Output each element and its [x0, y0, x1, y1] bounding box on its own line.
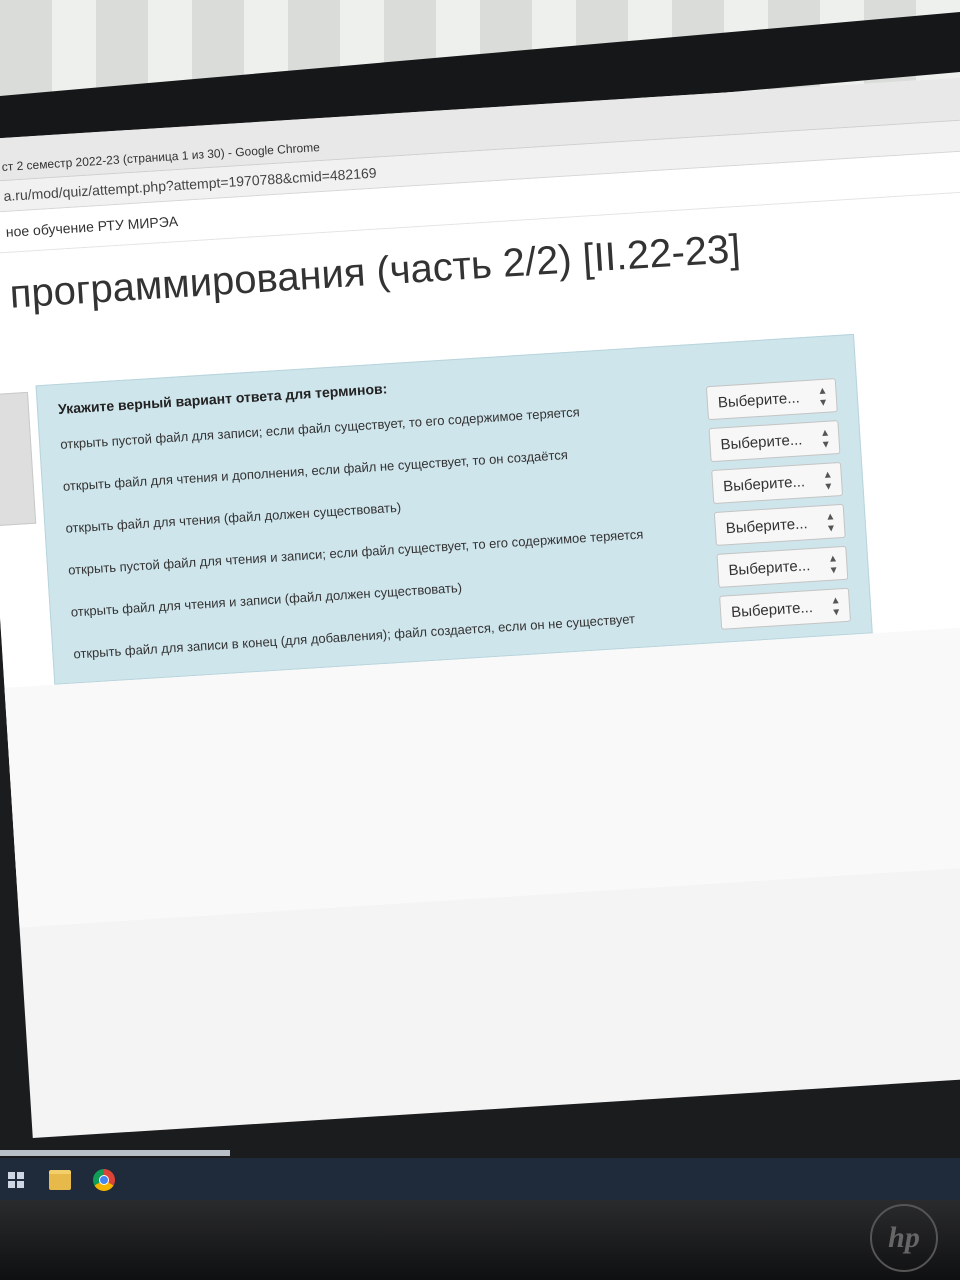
updown-arrows-icon: ▴ ▾ — [832, 592, 840, 619]
taskbar — [0, 1158, 960, 1202]
answer-select[interactable]: Выберите... ▴ ▾ — [705, 378, 838, 421]
question-box: Укажите верный вариант ответа для термин… — [35, 333, 873, 685]
windows-start-icon[interactable] — [4, 1168, 28, 1192]
updown-arrows-icon: ▴ ▾ — [824, 466, 832, 493]
select-value: Выберите... — [727, 556, 811, 579]
select-value: Выберите... — [725, 514, 809, 537]
select-value: Выберите... — [722, 472, 806, 495]
site-name[interactable]: ное обучение РТУ МИРЭА — [5, 213, 178, 240]
answer-select[interactable]: Выберите... ▴ ▾ — [711, 461, 844, 505]
updown-arrows-icon: ▴ ▾ — [826, 508, 835, 535]
horizontal-scrollbar[interactable] — [0, 1150, 230, 1156]
answer-select[interactable]: Выберите... ▴ ▾ — [716, 545, 849, 588]
updown-arrows-icon: ▴ ▾ — [818, 382, 827, 410]
answer-select[interactable]: Выберите... ▴ ▾ — [713, 503, 846, 546]
question-info-tab — [0, 391, 37, 527]
file-explorer-icon[interactable] — [48, 1168, 72, 1192]
select-value: Выберите... — [730, 598, 814, 621]
select-value: Выберите... — [717, 388, 801, 412]
select-value: Выберите... — [720, 430, 803, 453]
answer-select[interactable]: Выберите... ▴ ▾ — [708, 420, 841, 463]
quiz-main-area: Укажите верный вариант ответа для термин… — [0, 284, 960, 928]
monitor-screen: ст 2 семестр 2022-23 (страница 1 из 30) … — [0, 75, 960, 1139]
updown-arrows-icon: ▴ ▾ — [829, 550, 838, 577]
hp-logo: hp — [870, 1204, 938, 1272]
answer-select[interactable]: Выберите... ▴ ▾ — [719, 587, 851, 630]
chrome-icon[interactable] — [92, 1168, 116, 1192]
monitor-bezel-bottom: hp — [0, 1200, 960, 1280]
updown-arrows-icon: ▴ ▾ — [821, 424, 830, 452]
